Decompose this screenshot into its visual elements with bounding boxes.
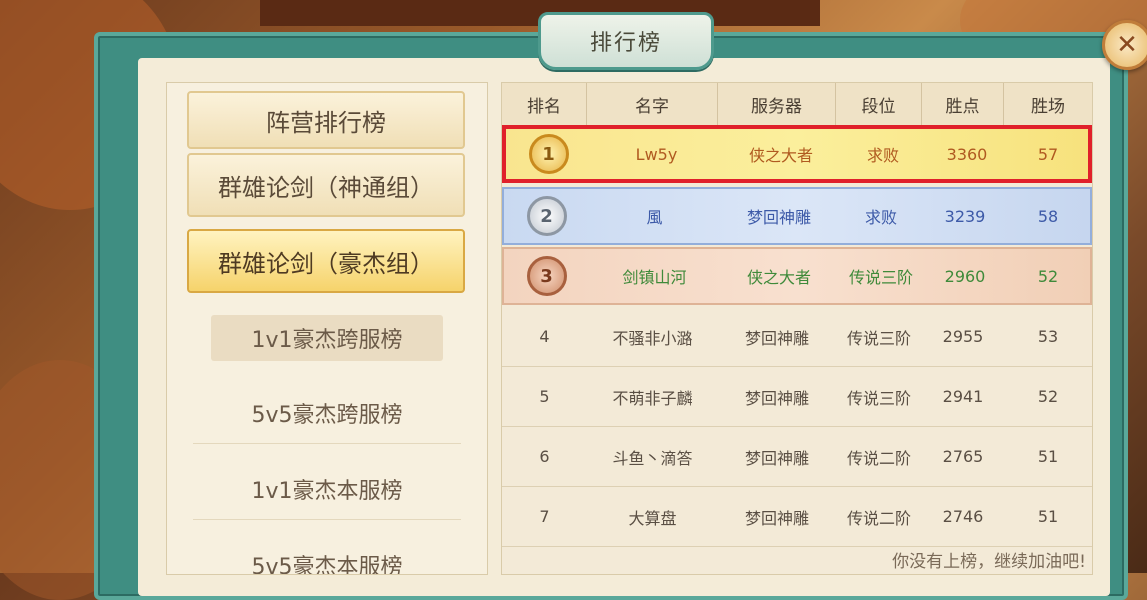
sub-item-label: 1v1豪杰本服榜 bbox=[251, 479, 403, 504]
player-points: 2955 bbox=[942, 327, 984, 346]
player-name: 大算盘 bbox=[628, 508, 677, 528]
player-name: 風 bbox=[646, 208, 663, 227]
player-wins: 52 bbox=[1037, 387, 1059, 406]
close-icon: ✕ bbox=[1116, 30, 1138, 60]
player-wins: 57 bbox=[1037, 144, 1059, 164]
player-wins: 52 bbox=[1037, 266, 1059, 286]
close-button[interactable]: ✕ bbox=[1102, 20, 1147, 70]
player-wins: 51 bbox=[1037, 507, 1059, 526]
table-header: 排名 名字 服务器 段位 胜点 胜场 bbox=[502, 83, 1092, 126]
player-wins: 58 bbox=[1037, 206, 1059, 226]
category-faction-ranking[interactable]: 阵营排行榜 bbox=[187, 91, 465, 149]
player-wins: 51 bbox=[1037, 447, 1059, 466]
sub-item-label: 5v5豪杰跨服榜 bbox=[251, 403, 403, 428]
silver-medal-icon: 2 bbox=[526, 196, 567, 236]
player-name: 剑镇山河 bbox=[622, 268, 687, 287]
table-row[interactable]: 4 不骚非小潞 梦回神雕 传说三阶 2955 53 bbox=[502, 307, 1092, 367]
player-server: 梦回神雕 bbox=[744, 508, 809, 528]
player-name: 不骚非小潞 bbox=[612, 328, 693, 348]
player-name: 不萌非子麟 bbox=[612, 388, 693, 408]
table-row[interactable]: 3 剑镇山河 侠之大者 传说三阶 2960 52 bbox=[502, 247, 1092, 305]
table-row[interactable]: 7 大算盘 梦回神雕 传说二阶 2746 51 bbox=[502, 487, 1092, 547]
header-rank: 排名 bbox=[502, 83, 587, 125]
category-label: 群雄论剑（豪杰组） bbox=[218, 249, 434, 278]
table-row[interactable]: 6 斗鱼丶滴答 梦回神雕 传说二阶 2765 51 bbox=[502, 427, 1092, 487]
header-tier: 段位 bbox=[836, 83, 922, 125]
player-tier: 求败 bbox=[864, 208, 897, 227]
player-tier: 传说三阶 bbox=[846, 328, 911, 348]
player-tier: 传说二阶 bbox=[846, 508, 911, 528]
sub-item-1v1-cross-server[interactable]: 1v1豪杰跨服榜 bbox=[211, 315, 443, 361]
player-points: 2765 bbox=[942, 447, 984, 466]
player-server: 侠之大者 bbox=[746, 268, 811, 287]
player-points: 3360 bbox=[946, 144, 988, 164]
player-server: 梦回神雕 bbox=[744, 388, 809, 408]
category-panel: 阵营排行榜 群雄论剑（神通组） 群雄论剑（豪杰组） 1v1豪杰跨服榜 5v5豪杰… bbox=[166, 82, 488, 575]
player-tier: 传说二阶 bbox=[846, 448, 911, 468]
page-title: 排行榜 bbox=[589, 31, 662, 56]
sub-item-5v5-cross-server[interactable]: 5v5豪杰跨服榜 bbox=[193, 383, 461, 444]
sub-item-label: 1v1豪杰跨服榜 bbox=[251, 328, 403, 353]
title-plate: 排行榜 bbox=[538, 12, 714, 70]
player-points: 2941 bbox=[942, 387, 984, 406]
player-tier: 传说三阶 bbox=[846, 388, 911, 408]
player-rank: 7 bbox=[539, 507, 550, 526]
not-ranked-note: 你没有上榜，继续加油吧! bbox=[892, 552, 1086, 572]
player-rank: 5 bbox=[539, 387, 550, 406]
player-tier: 传说三阶 bbox=[848, 268, 913, 287]
gold-medal-icon: 1 bbox=[528, 134, 569, 174]
header-wins: 胜场 bbox=[1031, 96, 1065, 117]
header-server: 服务器 bbox=[718, 83, 836, 125]
sub-item-5v5-local-server[interactable]: 5v5豪杰本服榜 bbox=[193, 535, 461, 575]
player-name: 斗鱼丶滴答 bbox=[612, 448, 693, 468]
player-name: Lw5y bbox=[635, 144, 678, 164]
player-server: 侠之大者 bbox=[748, 146, 813, 165]
header-name: 名字 bbox=[587, 83, 718, 125]
ranking-table: 排名 名字 服务器 段位 胜点 胜场 1 Lw5y 侠之大者 求败 3360 5… bbox=[501, 82, 1093, 575]
player-wins: 53 bbox=[1037, 327, 1059, 346]
header-points: 胜点 bbox=[922, 83, 1004, 125]
player-points: 2746 bbox=[942, 507, 984, 526]
table-row[interactable]: 2 風 梦回神雕 求败 3239 58 bbox=[502, 187, 1092, 245]
category-label: 阵营排行榜 bbox=[266, 108, 386, 137]
player-server: 梦回神雕 bbox=[744, 328, 809, 348]
player-points: 2960 bbox=[944, 266, 986, 286]
sub-item-1v1-local-server[interactable]: 1v1豪杰本服榜 bbox=[193, 459, 461, 520]
sub-item-label: 5v5豪杰本服榜 bbox=[251, 555, 403, 575]
bronze-medal-icon: 3 bbox=[526, 256, 567, 296]
player-points: 3239 bbox=[944, 206, 986, 226]
category-haojie-group[interactable]: 群雄论剑（豪杰组） bbox=[187, 229, 465, 293]
player-tier: 求败 bbox=[866, 146, 899, 165]
table-row[interactable]: 5 不萌非子麟 梦回神雕 传说三阶 2941 52 bbox=[502, 367, 1092, 427]
player-rank: 4 bbox=[539, 327, 550, 346]
player-server: 梦回神雕 bbox=[744, 448, 809, 468]
category-shentong-group[interactable]: 群雄论剑（神通组） bbox=[187, 153, 465, 217]
player-server: 梦回神雕 bbox=[746, 208, 811, 227]
player-rank: 6 bbox=[539, 447, 550, 466]
table-row[interactable]: 1 Lw5y 侠之大者 求败 3360 57 bbox=[502, 125, 1092, 183]
category-label: 群雄论剑（神通组） bbox=[218, 173, 434, 202]
